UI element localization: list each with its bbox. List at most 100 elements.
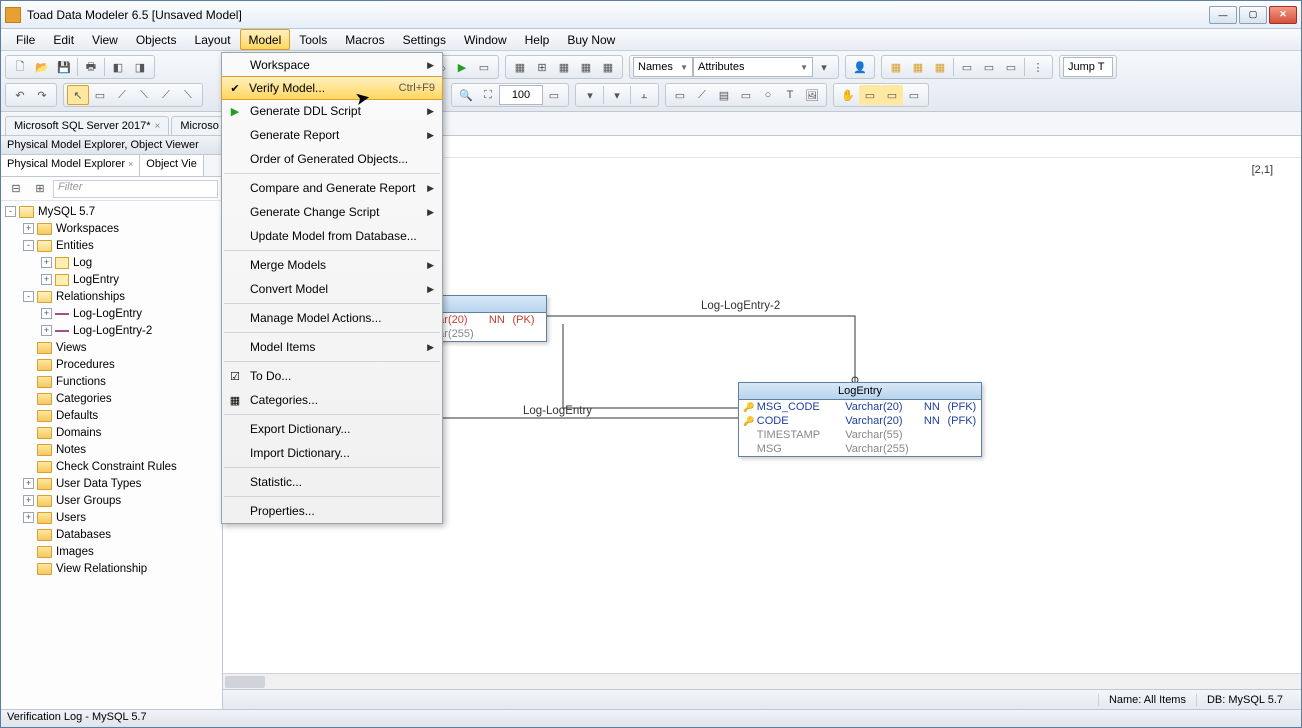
menu-item-categories[interactable]: ▦Categories... bbox=[222, 388, 442, 412]
menu-item-order-of-generated-objects[interactable]: Order of Generated Objects... bbox=[222, 147, 442, 171]
menu-item-update-model-from-database[interactable]: Update Model from Database... bbox=[222, 224, 442, 248]
shape-icon[interactable]: ▭ bbox=[735, 85, 757, 105]
rel-tool-icon[interactable]: ⟋ bbox=[111, 85, 133, 105]
doc-tab[interactable]: Microso bbox=[171, 116, 228, 135]
rel-tool-icon[interactable]: ⟍ bbox=[177, 85, 199, 105]
menu-item-generate-report[interactable]: Generate Report▶ bbox=[222, 123, 442, 147]
entity-logentry[interactable]: LogEntry 🔑MSG_CODEVarchar(20)NN(PFK)🔑COD… bbox=[738, 382, 982, 457]
menu-tools[interactable]: Tools bbox=[290, 29, 336, 50]
align-icon[interactable]: ▦ bbox=[929, 57, 951, 77]
tree-node[interactable]: View Relationship bbox=[1, 560, 222, 577]
sidebar-tab-explorer[interactable]: Physical Model Explorer× bbox=[1, 155, 140, 176]
play-icon[interactable]: ▶ bbox=[451, 57, 473, 77]
sidebar-tab-viewer[interactable]: Object Vie bbox=[140, 155, 204, 176]
close-button[interactable]: ✕ bbox=[1269, 6, 1297, 24]
layout-icon[interactable]: ▭ bbox=[956, 57, 978, 77]
save-icon[interactable]: 💾 bbox=[53, 57, 75, 77]
print-icon[interactable]: 🖶 bbox=[80, 57, 102, 77]
tree-node[interactable]: Notes bbox=[1, 441, 222, 458]
tree-node[interactable]: +Workspaces bbox=[1, 220, 222, 237]
shape-icon[interactable]: ⟋ bbox=[691, 85, 713, 105]
menu-layout[interactable]: Layout bbox=[186, 29, 240, 50]
tree-node[interactable]: -Entities bbox=[1, 237, 222, 254]
menu-view[interactable]: View bbox=[83, 29, 127, 50]
tree-node[interactable]: +Log bbox=[1, 254, 222, 271]
filter-input[interactable]: Filter bbox=[53, 180, 218, 198]
tree-node[interactable]: +User Data Types bbox=[1, 475, 222, 492]
align-icon[interactable]: ▦ bbox=[885, 57, 907, 77]
tool-icon[interactable]: ◨ bbox=[129, 57, 151, 77]
horizontal-scrollbar[interactable] bbox=[223, 673, 1301, 689]
tree-node[interactable]: +Users bbox=[1, 509, 222, 526]
rel-tool-icon[interactable]: ⟋ bbox=[155, 85, 177, 105]
fit-icon[interactable]: ⛶ bbox=[477, 85, 499, 105]
select-icon[interactable]: ▭ bbox=[881, 85, 903, 105]
layout-icon[interactable]: ▭ bbox=[1000, 57, 1022, 77]
menu-buy-now[interactable]: Buy Now bbox=[558, 29, 624, 50]
menu-item-statistic[interactable]: Statistic... bbox=[222, 470, 442, 494]
pointer-icon[interactable]: ↖ bbox=[67, 85, 89, 105]
tree-node[interactable]: Functions bbox=[1, 373, 222, 390]
new-icon[interactable]: 🗋 bbox=[9, 57, 31, 77]
tree-expand-icon[interactable]: ⊞ bbox=[29, 179, 51, 199]
undo-icon[interactable]: ↶ bbox=[9, 85, 31, 105]
tree-node[interactable]: Procedures bbox=[1, 356, 222, 373]
entity-column[interactable]: TIMESTAMPVarchar(55) bbox=[739, 428, 981, 442]
tree-node[interactable]: Categories bbox=[1, 390, 222, 407]
image-icon[interactable]: 🖼 bbox=[801, 85, 823, 105]
zoom-fit-icon[interactable]: ▭ bbox=[543, 85, 565, 105]
grid-icon[interactable]: ▦ bbox=[553, 57, 575, 77]
entity-column[interactable]: MSGVarchar(255) bbox=[739, 442, 981, 456]
tree-node[interactable]: +User Groups bbox=[1, 492, 222, 509]
tool-icon[interactable]: ◧ bbox=[107, 57, 129, 77]
menu-window[interactable]: Window bbox=[455, 29, 516, 50]
menu-model[interactable]: Model bbox=[240, 29, 291, 50]
menu-file[interactable]: File bbox=[7, 29, 44, 50]
tree-node[interactable]: +Log-LogEntry bbox=[1, 305, 222, 322]
text-icon[interactable]: T bbox=[779, 85, 801, 105]
entity-tool-icon[interactable]: ▭ bbox=[89, 85, 111, 105]
layout-icon[interactable]: ▭ bbox=[978, 57, 1000, 77]
tree-collapse-icon[interactable]: ⊟ bbox=[5, 179, 27, 199]
names-combo[interactable]: Names▼ bbox=[633, 57, 693, 77]
menu-item-import-dictionary[interactable]: Import Dictionary... bbox=[222, 441, 442, 465]
rel-tool-icon[interactable]: ⟍ bbox=[133, 85, 155, 105]
zoom-value[interactable]: 100 bbox=[499, 85, 543, 105]
grid-icon[interactable]: ▦ bbox=[509, 57, 531, 77]
tree-node[interactable]: Images bbox=[1, 543, 222, 560]
tree-node[interactable]: -Relationships bbox=[1, 288, 222, 305]
menu-objects[interactable]: Objects bbox=[127, 29, 186, 50]
tree-view[interactable]: -MySQL 5.7+Workspaces-Entities+Log+LogEn… bbox=[1, 201, 222, 709]
tree-node[interactable]: Check Constraint Rules bbox=[1, 458, 222, 475]
dropdown-icon[interactable]: ▾ bbox=[813, 57, 835, 77]
menu-item-verify-model[interactable]: ✔Verify Model...Ctrl+F9 bbox=[221, 76, 443, 100]
minimize-button[interactable]: — bbox=[1209, 6, 1237, 24]
menu-item-properties[interactable]: Properties... bbox=[222, 499, 442, 523]
menu-item-to-do[interactable]: ☑To Do... bbox=[222, 364, 442, 388]
tree-node[interactable]: Databases bbox=[1, 526, 222, 543]
menu-item-generate-change-script[interactable]: Generate Change Script▶ bbox=[222, 200, 442, 224]
redo-icon[interactable]: ↷ bbox=[31, 85, 53, 105]
shape-icon[interactable]: ▤ bbox=[713, 85, 735, 105]
menu-item-convert-model[interactable]: Convert Model▶ bbox=[222, 277, 442, 301]
menu-settings[interactable]: Settings bbox=[394, 29, 455, 50]
layer-icon[interactable]: ▾ bbox=[579, 85, 601, 105]
open-icon[interactable]: 📂 bbox=[31, 57, 53, 77]
grid-icon[interactable]: ▦ bbox=[597, 57, 619, 77]
menu-item-generate-ddl-script[interactable]: ▶Generate DDL Script▶ bbox=[222, 99, 442, 123]
tree-node[interactable]: Domains bbox=[1, 424, 222, 441]
menu-item-model-items[interactable]: Model Items▶ bbox=[222, 335, 442, 359]
attributes-combo[interactable]: Attributes▼ bbox=[693, 57, 813, 77]
grid-icon[interactable]: ▦ bbox=[575, 57, 597, 77]
menu-item-merge-models[interactable]: Merge Models▶ bbox=[222, 253, 442, 277]
close-tab-icon[interactable]: × bbox=[155, 121, 161, 132]
relationship-label[interactable]: Log-LogEntry bbox=[523, 405, 592, 417]
select-icon[interactable]: ▭ bbox=[903, 85, 925, 105]
shape-icon[interactable]: ○ bbox=[757, 85, 779, 105]
tree-node[interactable]: +LogEntry bbox=[1, 271, 222, 288]
user-icon[interactable]: 👤 bbox=[849, 57, 871, 77]
align-left-icon[interactable]: ⫠ bbox=[633, 85, 655, 105]
tree-node[interactable]: +Log-LogEntry-2 bbox=[1, 322, 222, 339]
menu-edit[interactable]: Edit bbox=[44, 29, 83, 50]
doc-tab[interactable]: Microsoft SQL Server 2017*× bbox=[5, 116, 169, 135]
